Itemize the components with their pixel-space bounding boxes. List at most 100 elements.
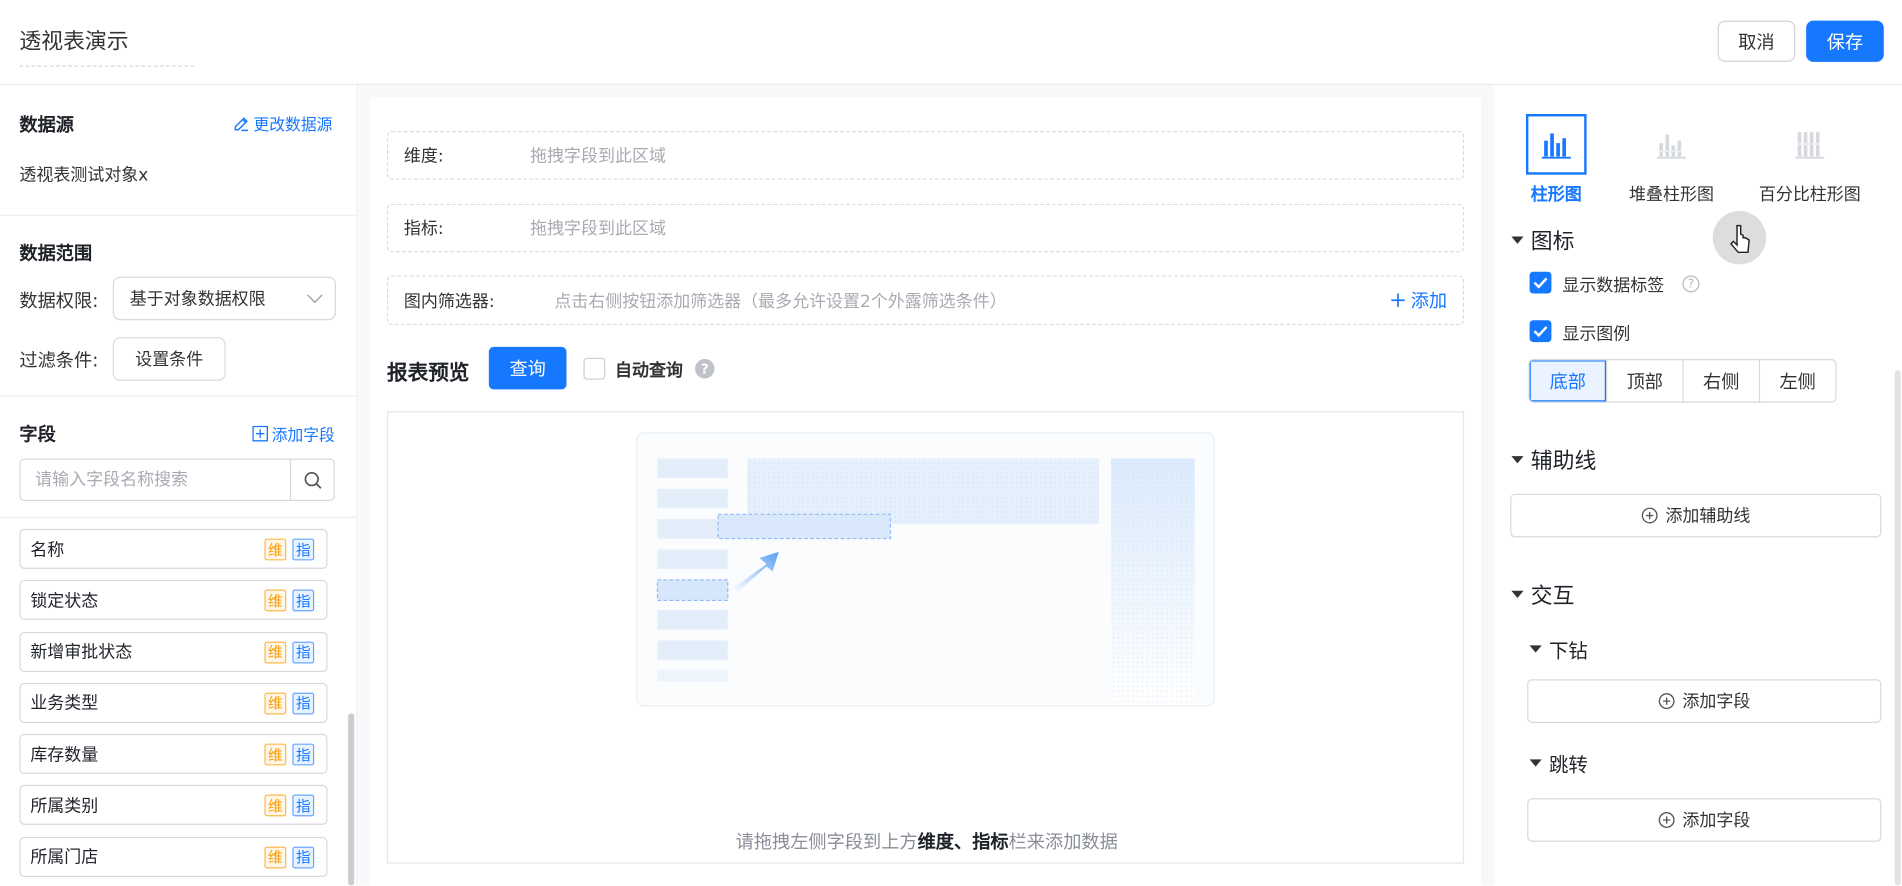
- chart-type-stacked[interactable]: 堆叠柱形图: [1629, 114, 1714, 206]
- chart-filter-label: 图内筛选器:: [403, 291, 495, 312]
- divider: [0, 516, 357, 518]
- cancel-button[interactable]: 取消: [1717, 20, 1796, 62]
- show-data-label-checkbox[interactable]: [1529, 271, 1552, 294]
- hint-suffix: 栏来添加数据: [1008, 830, 1118, 853]
- indicator-tag[interactable]: 指: [292, 589, 315, 612]
- check-icon: [1533, 326, 1548, 338]
- dimension-tag[interactable]: 维: [264, 538, 287, 561]
- add-filter-button[interactable]: 添加: [1390, 287, 1447, 312]
- divider: [0, 395, 357, 397]
- auto-query-label: 自动查询: [614, 361, 683, 381]
- interact-section-toggle[interactable]: 交互: [1511, 579, 1574, 611]
- caret-down-icon: [1511, 236, 1524, 244]
- field-name: 新增审批状态: [30, 643, 133, 663]
- add-guide-button[interactable]: 添加辅助线: [1510, 493, 1882, 538]
- page-title[interactable]: 透视表演示: [19, 24, 195, 67]
- add-field-link[interactable]: 添加字段: [252, 422, 335, 445]
- permission-label: 数据权限:: [19, 289, 99, 312]
- jump-section-toggle[interactable]: 跳转: [1529, 748, 1588, 777]
- caret-down-icon: [1529, 645, 1542, 653]
- scope-title: 数据范围: [19, 242, 93, 265]
- divider: [0, 214, 357, 216]
- drill-section-title: 下钻: [1549, 639, 1588, 663]
- indicator-tag[interactable]: 指: [292, 743, 315, 766]
- help-icon[interactable]: ?: [695, 359, 715, 379]
- interact-section-title: 交互: [1530, 583, 1575, 609]
- dimension-label: 维度:: [403, 146, 444, 167]
- field-item[interactable]: 业务类型 维指: [19, 682, 328, 723]
- percent-bar-icon: [1779, 114, 1840, 175]
- dimension-tag[interactable]: 维: [264, 846, 287, 869]
- show-legend-text: 显示图例: [1562, 325, 1631, 345]
- chart-filter-placeholder: 点击右侧按钮添加筛选器（最多允许设置2个外露筛选条件）: [554, 291, 1007, 312]
- help-icon[interactable]: ?: [1682, 275, 1700, 293]
- field-list: 名称维指锁定状态维指新增审批状态维指业务类型维指库存数量维指所属类别维指所属门店…: [19, 528, 328, 886]
- dimension-tag[interactable]: 维: [264, 589, 287, 612]
- pointer-cursor-icon: [1712, 211, 1767, 265]
- preview-area: 请拖拽左侧字段到上方维度、指标栏来添加数据: [386, 411, 1465, 864]
- field-item[interactable]: 名称 维指: [19, 528, 328, 569]
- left-scrollbar[interactable]: [348, 713, 355, 886]
- add-drill-field-button[interactable]: 添加字段: [1527, 679, 1882, 723]
- field-search-input[interactable]: [20, 459, 290, 500]
- indicator-tag[interactable]: 指: [292, 692, 315, 715]
- hint-prefix: 请拖拽左侧字段到上方: [735, 830, 918, 853]
- dimension-drop-zone[interactable]: 维度: 拖拽字段到此区域: [386, 131, 1465, 180]
- field-item[interactable]: 所属类别 维指: [19, 785, 328, 826]
- dimension-tag[interactable]: 维: [264, 641, 287, 664]
- position-left[interactable]: 左侧: [1758, 360, 1835, 402]
- plus-circle-icon: [1658, 693, 1675, 710]
- search-button[interactable]: [289, 459, 334, 500]
- field-name: 所属类别: [30, 796, 99, 817]
- plus-circle-icon: [1658, 812, 1675, 828]
- bar-chart-icon: [1525, 114, 1587, 175]
- add-filter-label: 添加: [1410, 289, 1448, 312]
- permission-value: 基于对象数据权限: [129, 289, 266, 310]
- dimension-tag[interactable]: 维: [264, 795, 287, 817]
- chart-type-bar[interactable]: 柱形图: [1525, 114, 1587, 206]
- dimension-placeholder: 拖拽字段到此区域: [530, 146, 666, 167]
- show-legend-checkbox[interactable]: [1529, 320, 1552, 343]
- indicator-label: 指标:: [403, 219, 444, 239]
- left-panel: 数据源 更改数据源 透视表测试对象x 数据范围 数据权限: 基于对象数据权限 过…: [0, 84, 358, 886]
- dimension-tag[interactable]: 维: [264, 692, 287, 715]
- show-data-label-text: 显示数据标签: [1562, 276, 1665, 296]
- position-bottom[interactable]: 底部: [1529, 360, 1607, 402]
- add-jump-field-button[interactable]: 添加字段: [1527, 798, 1882, 842]
- permission-select[interactable]: 基于对象数据权限: [112, 276, 337, 321]
- position-top[interactable]: 顶部: [1606, 360, 1682, 402]
- right-scrollbar[interactable]: [1894, 369, 1901, 886]
- plus-icon: [1391, 293, 1405, 307]
- set-condition-button[interactable]: 设置条件: [112, 337, 226, 381]
- field-search[interactable]: [19, 458, 335, 501]
- save-button[interactable]: 保存: [1806, 20, 1884, 62]
- indicator-tag[interactable]: 指: [292, 846, 315, 869]
- field-name: 锁定状态: [30, 591, 99, 612]
- indicator-tag[interactable]: 指: [292, 641, 315, 664]
- field-item[interactable]: 新增审批状态 维指: [19, 631, 328, 672]
- chart-type-percent[interactable]: 百分比柱形图: [1759, 114, 1861, 206]
- legend-section-toggle[interactable]: 图标: [1511, 224, 1574, 256]
- drill-section-toggle[interactable]: 下钻: [1529, 634, 1588, 663]
- caret-down-icon: [1511, 590, 1524, 599]
- change-datasource-link[interactable]: 更改数据源: [233, 112, 332, 135]
- chart-filter-zone: 图内筛选器: 点击右侧按钮添加筛选器（最多允许设置2个外露筛选条件） 添加: [386, 275, 1465, 326]
- center-panel: 维度: 拖拽字段到此区域 指标: 拖拽字段到此区域 图内筛选器: 点击右侧按钮添…: [369, 97, 1482, 886]
- field-name: 所属门店: [30, 848, 99, 868]
- top-header: 透视表演示 取消 保存: [0, 0, 1902, 85]
- indicator-tag[interactable]: 指: [292, 538, 315, 561]
- query-button[interactable]: 查询: [488, 346, 567, 390]
- field-item[interactable]: 库存数量 维指: [19, 734, 328, 775]
- position-right[interactable]: 右侧: [1682, 360, 1758, 402]
- edit-icon: [234, 116, 249, 131]
- field-name: 名称: [30, 540, 65, 560]
- dimension-tag[interactable]: 维: [264, 743, 287, 766]
- indicator-drop-zone[interactable]: 指标: 拖拽字段到此区域: [386, 203, 1465, 253]
- guide-section-toggle[interactable]: 辅助线: [1511, 444, 1596, 476]
- field-item[interactable]: 所属门店 维指: [19, 836, 328, 877]
- chart-type-label: 百分比柱形图: [1758, 185, 1861, 205]
- jump-section-title: 跳转: [1549, 753, 1588, 777]
- auto-query-checkbox[interactable]: [583, 357, 606, 380]
- indicator-tag[interactable]: 指: [292, 795, 315, 817]
- field-item[interactable]: 锁定状态 维指: [19, 580, 328, 621]
